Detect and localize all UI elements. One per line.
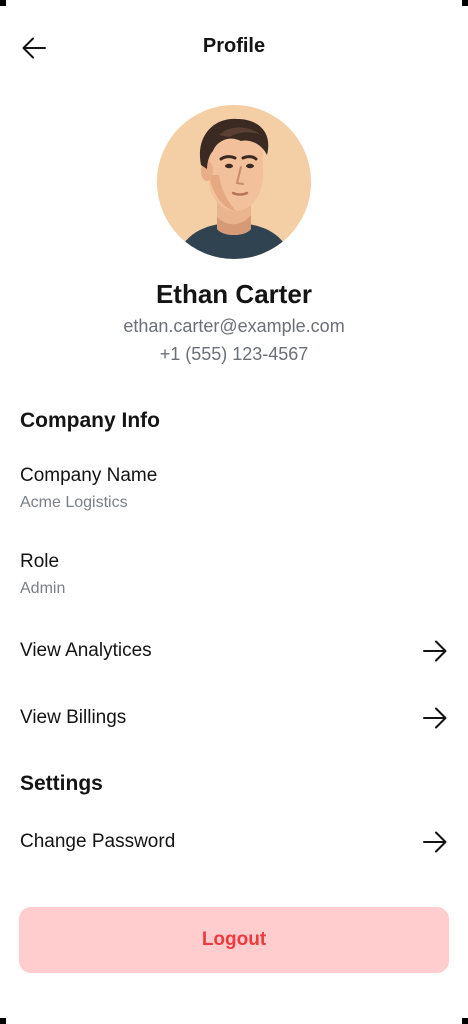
view-billings-label: View Billings xyxy=(20,707,127,728)
section-title-settings: Settings xyxy=(20,772,103,795)
arrow-right-icon xyxy=(422,638,448,664)
user-email: ethan.carter@example.com xyxy=(123,316,345,336)
corner-mark xyxy=(462,1018,468,1024)
corner-mark xyxy=(0,1018,6,1024)
role-label: Role xyxy=(20,551,60,572)
role-value: Admin xyxy=(20,580,66,597)
logout-button[interactable]: Logout xyxy=(19,907,449,973)
view-analytics-row[interactable]: View Analytices xyxy=(20,631,448,671)
company-name-value: Acme Logistics xyxy=(20,494,128,511)
top-bar: Profile xyxy=(0,24,468,72)
corner-mark xyxy=(462,0,468,6)
section-title-company-info: Company Info xyxy=(20,409,160,432)
corner-mark xyxy=(0,0,6,6)
view-analytics-label: View Analytices xyxy=(20,640,152,661)
change-password-row[interactable]: Change Password xyxy=(20,822,448,862)
user-name: Ethan Carter xyxy=(155,279,313,309)
avatar xyxy=(157,105,311,259)
arrow-right-icon xyxy=(422,829,448,855)
change-password-label: Change Password xyxy=(20,831,176,852)
page-title: Profile xyxy=(202,35,266,57)
company-name-label: Company Name xyxy=(20,465,158,486)
avatar-illustration xyxy=(157,105,311,259)
arrow-right-icon xyxy=(422,705,448,731)
user-phone: +1 (555) 123-4567 xyxy=(159,344,309,364)
view-billings-row[interactable]: View Billings xyxy=(20,698,448,738)
logout-label: Logout xyxy=(201,929,267,950)
